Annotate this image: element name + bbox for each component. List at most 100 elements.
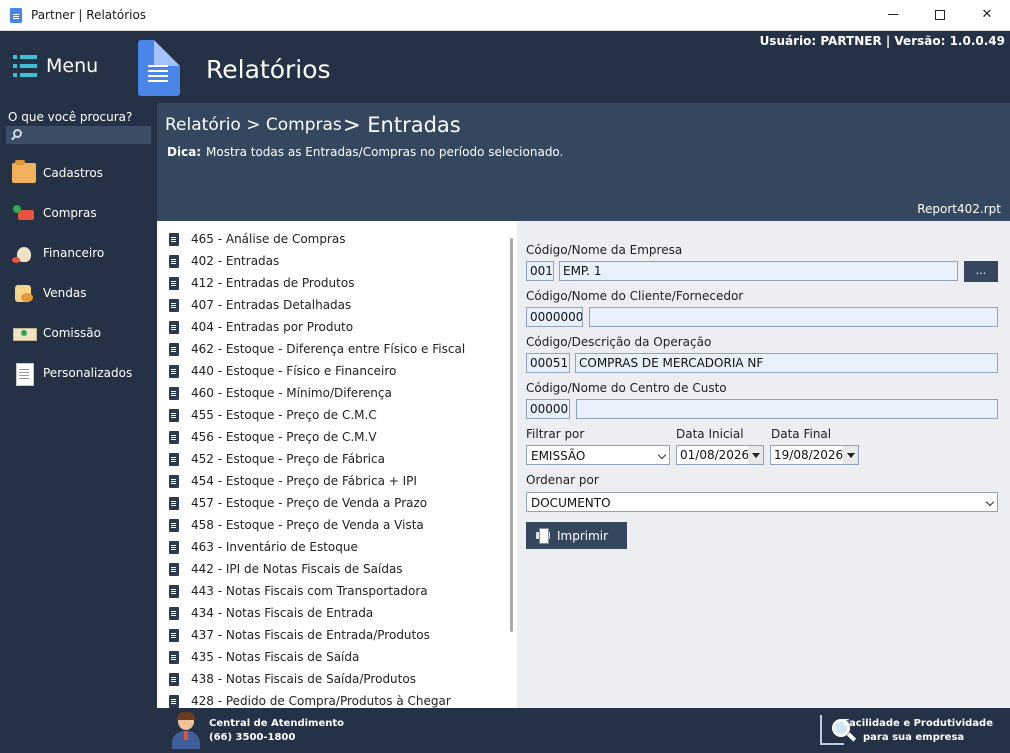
report-document-icon [169,519,179,532]
print-button-label: Imprimir [557,529,609,543]
report-document-icon [169,475,179,488]
report-list-item[interactable]: 440 - Estoque - Físico e Financeiro [169,361,499,383]
user-version-info: Usuário: PARTNER | Versão: 1.0.0.49 [759,34,1005,48]
report-list-item[interactable]: 404 - Entradas por Produto [169,317,499,339]
menu-button[interactable]: Menu [13,53,133,81]
report-document-icon [169,321,179,334]
sidebar-item-comissao[interactable]: Comissão [10,320,150,346]
report-list-item-label: 457 - Estoque - Preço de Venda a Prazo [191,496,428,510]
sidebar-item-label: Comissão [43,326,101,340]
sidebar-item-vendas[interactable]: Vendas [10,280,150,306]
report-list-item[interactable]: 402 - Entradas [169,251,499,273]
search-label: O que você procura? [8,110,133,124]
chevron-down-icon [657,450,667,460]
ordenar-select[interactable]: DOCUMENTO [526,492,998,512]
document-icon [12,363,36,386]
report-list-item[interactable]: 452 - Estoque - Preço de Fábrica [169,449,499,471]
report-list-item[interactable]: 456 - Estoque - Preço de C.M.V [169,427,499,449]
cliente-code-field[interactable]: 0000000 [526,307,583,327]
report-list-item[interactable]: 455 - Estoque - Preço de C.M.C [169,405,499,427]
empresa-lookup-button[interactable]: ... [964,261,998,282]
search-input[interactable] [6,126,151,144]
report-list-item[interactable]: 458 - Estoque - Preço de Venda a Vista [169,515,499,537]
page-title: Relatórios [206,55,331,84]
sidebar-item-compras[interactable]: Compras [10,200,150,226]
sidebar-item-personalizados[interactable]: Personalizados [10,360,150,386]
support-agent-icon [170,712,202,749]
maximize-button[interactable] [917,0,963,31]
cliente-name-field[interactable] [589,307,998,327]
breadcrumb-current: > Entradas [343,113,461,137]
report-list-item[interactable]: 457 - Estoque - Preço de Venda a Prazo [169,493,499,515]
report-list-item[interactable]: 438 - Notas Fiscais de Saída/Produtos [169,669,499,691]
menu-list-icon [13,55,37,77]
report-list-item[interactable]: 442 - IPI de Notas Fiscais de Saídas [169,559,499,581]
sidebar-item-cadastros[interactable]: Cadastros [10,160,150,186]
report-list-scrollbar[interactable] [510,238,513,632]
centro-custo-code-field[interactable]: 00000 [526,399,570,419]
report-list-item[interactable]: 435 - Notas Fiscais de Saída [169,647,499,669]
operacao-label: Código/Descrição da Operação [526,335,712,349]
empresa-code-field[interactable]: 001 [526,261,554,281]
report-document-icon [169,541,179,554]
close-button[interactable]: ✕ [964,0,1010,31]
sidebar-item-label: Compras [43,206,97,220]
cliente-label: Código/Nome do Cliente/Fornecedor [526,289,744,303]
report-list-item-label: 455 - Estoque - Preço de C.M.C [191,408,377,422]
banknote-icon [12,323,37,343]
calendar-dropdown-icon[interactable] [843,446,858,464]
report-document-icon [169,255,179,268]
report-list-item[interactable]: 443 - Notas Fiscais com Transportadora [169,581,499,603]
data-inicial-picker[interactable]: 01/08/2026 [676,445,764,465]
report-list-item[interactable]: 454 - Estoque - Preço de Fábrica + IPI [169,471,499,493]
report-document-icon [169,695,179,708]
tip-label: Dica: [167,145,202,159]
report-document-icon [169,673,179,686]
filtrar-select[interactable]: EMISSÃO [526,445,670,465]
report-document-icon [169,431,179,444]
report-list-item[interactable]: 407 - Entradas Detalhadas [169,295,499,317]
operacao-code-field[interactable]: 00051 [526,353,570,373]
report-list-item-label: 438 - Notas Fiscais de Saída/Produtos [191,672,416,686]
sidebar: O que você procura? Cadastros Compras Fi… [0,103,157,753]
report-list-item[interactable]: 465 - Análise de Compras [169,229,499,251]
report-list-item[interactable]: 437 - Notas Fiscais de Entrada/Produtos [169,625,499,647]
report-document-icon [169,453,179,466]
calendar-dropdown-icon[interactable] [748,446,763,464]
slogan-line-1: Facilidade e Produtividade [842,718,993,729]
operacao-desc-field[interactable]: COMPRAS DE MERCADORIA NF [575,353,998,373]
report-list-item-label: 458 - Estoque - Preço de Venda a Vista [191,518,424,532]
data-final-picker[interactable]: 19/08/2026 [770,445,859,465]
app-header: Menu Relatórios Usuário: PARTNER | Versã… [0,31,1010,103]
report-list-item[interactable]: 463 - Inventário de Estoque [169,537,499,559]
report-list-item-label: 443 - Notas Fiscais com Transportadora [191,584,428,598]
report-list-item-label: 435 - Notas Fiscais de Saída [191,650,360,664]
menu-label: Menu [46,55,99,77]
report-list-item-label: 465 - Análise de Compras [191,232,346,246]
report-document-icon [169,409,179,422]
report-list-item[interactable]: 462 - Estoque - Diferença entre Físico e… [169,339,499,361]
report-document-icon [169,365,179,378]
report-list-item[interactable]: 434 - Notas Fiscais de Entrada [169,603,499,625]
report-document-icon [169,277,179,290]
report-document-icon [169,607,179,620]
report-list-item[interactable]: 428 - Pedido de Compra/Produtos à Chegar [169,691,499,708]
chevron-down-icon [985,497,995,507]
report-list-item[interactable]: 412 - Entradas de Produtos [169,273,499,295]
support-center-phone: (66) 3500-1800 [209,732,296,743]
sidebar-item-financeiro[interactable]: Financeiro [10,240,150,266]
window-title: Partner | Relatórios [31,8,147,22]
filtrar-label: Filtrar por [526,427,585,441]
centro-custo-label: Código/Nome do Centro de Custo [526,381,727,395]
report-document-icon [138,40,180,96]
truck-icon [12,203,36,223]
empresa-name-field[interactable]: EMP. 1 [559,261,958,281]
app-document-icon [10,8,22,23]
data-inicial-label: Data Inicial [676,427,744,441]
data-final-value: 19/08/2026 [774,448,844,462]
minimize-icon [888,14,898,15]
centro-custo-name-field[interactable] [576,399,998,419]
report-list-item[interactable]: 460 - Estoque - Mínimo/Diferença [169,383,499,405]
print-button[interactable]: Imprimir [526,522,627,549]
minimize-button[interactable] [870,0,916,31]
